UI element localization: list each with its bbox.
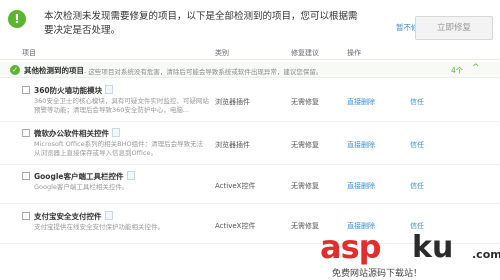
item-name: 360防火墙功能模块	[34, 86, 103, 95]
item-suggestion: 无需修复	[291, 182, 319, 190]
document-icon	[104, 211, 113, 220]
item-checkbox[interactable]	[22, 172, 30, 180]
list-item: 360防火墙功能模块 360安全卫士的核心模块，具有可疑文件实时监控、可疑网站预…	[0, 80, 500, 122]
item-category: ActiveX控件	[215, 222, 256, 230]
group-description: - 这些项目对系统没有危害，清除后可能会导致系统或软件出现异常，建议您保留。	[84, 68, 323, 76]
group-count: 4个	[451, 66, 464, 75]
item-name: 微软办公软件相关控件	[34, 129, 109, 138]
item-description: Microsoft Office系列的相关BHO组件：清理后会导致无法从浏览器上…	[34, 140, 204, 157]
result-header: ! 本次检测未发现需要修复的项目，以下是全部检测到的项目，您可以根据需要决定是否…	[0, 0, 500, 46]
column-header-suggestion: 修复建议	[291, 49, 319, 57]
document-icon	[126, 171, 135, 180]
document-icon	[112, 128, 120, 137]
item-category: 浏览器插件	[215, 98, 250, 106]
document-icon	[105, 85, 114, 94]
info-icon: !	[8, 10, 26, 28]
item-checkbox[interactable]	[22, 86, 30, 94]
item-description: 360安全卫士的核心模块，具有可疑文件实时监控、可疑网站预警等功能；清理后会导致…	[34, 97, 209, 114]
delete-link[interactable]: 直接删除	[347, 181, 375, 191]
trust-link[interactable]: 信任	[410, 140, 424, 150]
item-checkbox[interactable]	[22, 212, 30, 220]
item-suggestion: 无需修复	[291, 222, 319, 230]
item-name: 支付宝安全支付控件	[34, 212, 102, 221]
collapse-arrow-icon[interactable]: ^	[472, 63, 480, 73]
group-title: 其他检测到的项目	[24, 66, 84, 75]
item-category: 浏览器插件	[215, 141, 250, 149]
item-suggestion: 无需修复	[291, 98, 319, 106]
watermark-ku: ku	[412, 230, 454, 265]
watermark-tagline: 免费网站源码下载站！	[332, 269, 423, 279]
list-item: 微软办公软件相关控件 Microsoft Office系列的相关BHO组件：清理…	[0, 123, 500, 165]
item-name: Google客户端工具栏控件	[34, 172, 124, 181]
column-header-item: 项目	[22, 49, 36, 57]
group-other-items[interactable]: ✓ 其他检测到的项目 - 这些项目对系统没有危害，清除后可能会导致系统或软件出现…	[0, 62, 500, 78]
result-message: 本次检测未发现需要修复的项目，以下是全部检测到的项目，您可以根据需要决定是否处理…	[44, 11, 358, 36]
delete-link[interactable]: 直接删除	[347, 97, 375, 107]
watermark-asp: asp	[320, 228, 382, 266]
check-icon: ✓	[10, 65, 20, 75]
fix-now-button[interactable]: 立即修复	[415, 16, 493, 40]
list-item: Google客户端工具栏控件 Google客户端工具栏相关控件。 ActiveX…	[0, 166, 500, 204]
column-header-row: 项目 类别 修复建议 操作	[0, 46, 500, 60]
trust-link[interactable]: 信任	[410, 97, 424, 107]
trust-link[interactable]: 信任	[410, 181, 424, 191]
watermark-dotcom: .com	[472, 248, 500, 261]
column-header-action: 操作	[347, 49, 361, 57]
item-description: 支付宝提供在线安全支付保护功能相关控件。	[34, 223, 164, 231]
item-category: ActiveX控件	[215, 182, 256, 190]
item-suggestion: 无需修复	[291, 141, 319, 149]
item-description: Google客户端工具栏相关控件。	[34, 183, 129, 191]
item-checkbox[interactable]	[22, 129, 30, 137]
site-watermark-logo: asp ku .com 免费网站源码下载站！	[320, 226, 500, 280]
delete-link[interactable]: 直接删除	[347, 140, 375, 150]
column-header-category: 类别	[215, 49, 229, 57]
